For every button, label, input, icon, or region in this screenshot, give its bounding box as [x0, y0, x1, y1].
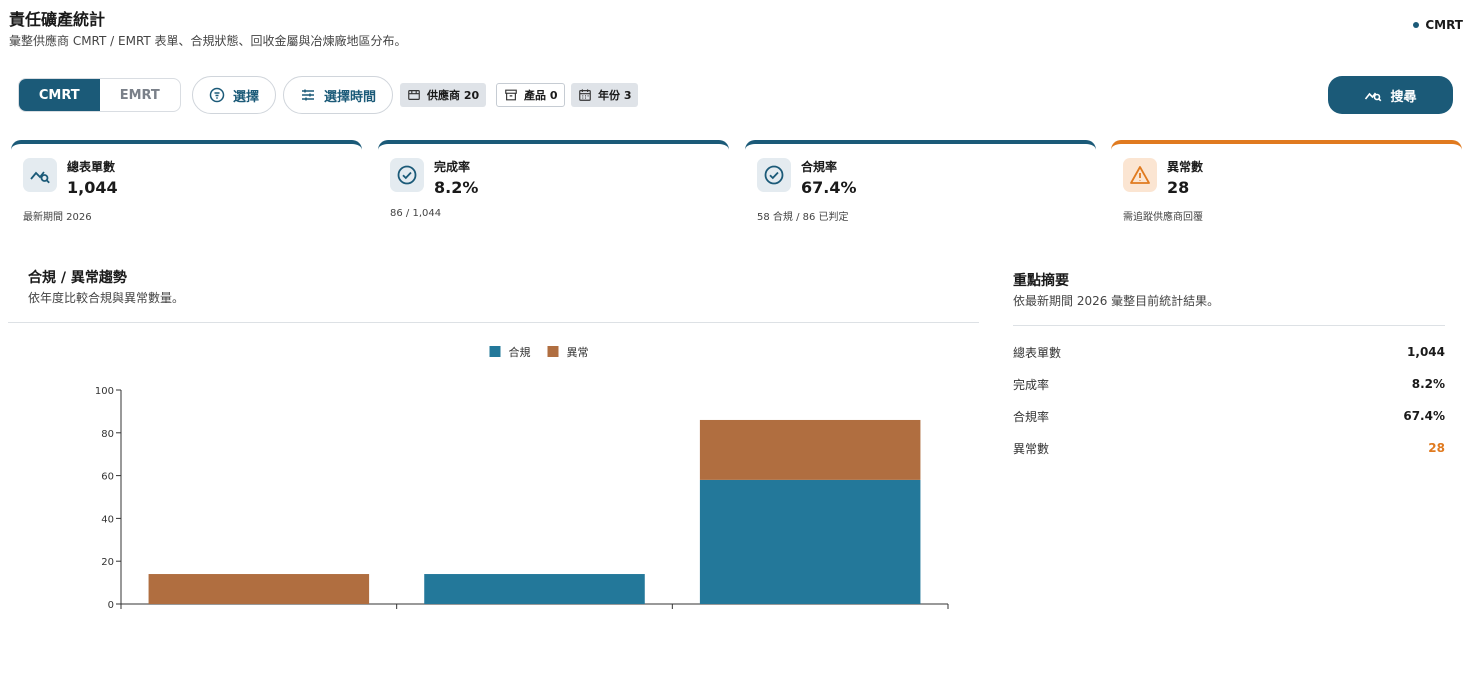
- select-time-button-label: 選擇時間: [323, 89, 376, 105]
- legend-swatch-1: [547, 346, 559, 357]
- kpi-label: 總表單數: [67, 160, 116, 174]
- y-tick-label-0: 0: [108, 600, 114, 611]
- check-circle-icon: [764, 165, 784, 185]
- kpi-value: 28: [1167, 178, 1190, 197]
- kpi-footnote: 58 合規 / 86 已判定: [757, 212, 849, 223]
- y-tick-label-40: 40: [101, 514, 114, 525]
- kpi-value: 67.4%: [801, 178, 857, 197]
- summary-row-compliance-rate: 合規率 67.4%: [1013, 406, 1445, 426]
- check-circle-icon: [397, 165, 417, 185]
- chart-title: 合規 / 異常趨勢: [28, 270, 127, 286]
- kpi-icon-box: [757, 158, 791, 192]
- store-icon: [408, 90, 420, 100]
- kpi-footnote: 需追蹤供應商回覆: [1123, 212, 1203, 223]
- summary-row-value: 8.2%: [1411, 377, 1445, 391]
- kpi-total-forms: 總表單數 1,044 最新期間 2026: [11, 140, 362, 230]
- summary-row-value: 1,044: [1407, 345, 1445, 359]
- kpi-completion-rate: 完成率 8.2% 86 / 1,044: [378, 140, 729, 230]
- warning-icon: [1130, 166, 1150, 184]
- chart-divider: [8, 322, 979, 323]
- kpi-label: 合規率: [801, 160, 838, 174]
- filter-circle-icon: [209, 87, 225, 103]
- bar-2-1: [699, 419, 921, 480]
- summary-row-anomaly-count: 異常數 28: [1013, 438, 1445, 458]
- kpi-footnote: 最新期間 2026: [23, 212, 92, 223]
- kpi-anomaly-count: 異常數 28 需追蹤供應商回覆: [1111, 140, 1462, 230]
- page-subtitle: 彙整供應商 CMRT / EMRT 表單、合規狀態、回收金屬與冶煉廠地區分布。: [9, 34, 407, 48]
- kpi-value: 8.2%: [434, 178, 479, 197]
- summary-row-label: 異常數: [1013, 441, 1050, 456]
- supplier-chip[interactable]: 供應商 20: [400, 83, 487, 107]
- tab-emrt[interactable]: EMRT: [100, 79, 181, 111]
- supplier-chip-label: 供應商 20: [427, 89, 480, 102]
- kpi-label: 完成率: [434, 160, 471, 174]
- summary-title: 重點摘要: [1013, 273, 1069, 289]
- kpi-label: 異常數: [1167, 160, 1204, 174]
- select-time-button[interactable]: 選擇時間: [283, 76, 393, 114]
- chart-subtitle: 依年度比較合規與異常數量。: [28, 291, 185, 305]
- legend-label-1: 異常: [567, 346, 589, 359]
- status-dot: [1413, 22, 1420, 28]
- kpi-footnote: 86 / 1,044: [390, 208, 442, 219]
- summary-row-label: 合規率: [1013, 409, 1050, 424]
- legend-swatch-0: [489, 346, 501, 357]
- year-chip-label: 年份 3: [598, 89, 632, 102]
- year-chip[interactable]: 年份 3: [571, 83, 639, 107]
- summary-row-value: 67.4%: [1403, 409, 1445, 423]
- product-chip-label: 產品 0: [524, 89, 558, 102]
- status-badge: CMRT: [1413, 18, 1463, 32]
- status-badge-label: CMRT: [1425, 18, 1463, 32]
- calendar-icon: [579, 89, 591, 101]
- archive-box-icon: [505, 89, 517, 101]
- kpi-compliance-rate: 合規率 67.4% 58 合規 / 86 已判定: [745, 140, 1096, 230]
- y-tick-label-20: 20: [101, 557, 114, 568]
- select-button-label: 選擇: [232, 89, 259, 105]
- summary-row-completion-rate: 完成率 8.2%: [1013, 374, 1445, 394]
- bar-0-1: [148, 574, 370, 604]
- page-title: 責任礦產統計: [9, 10, 106, 29]
- y-tick-label-100: 100: [95, 386, 114, 397]
- summary-row-label: 總表單數: [1013, 345, 1062, 360]
- chart-search-icon: [1365, 92, 1382, 102]
- bar-2-0: [699, 479, 921, 604]
- summary-subtitle: 依最新期間 2026 彙整目前統計結果。: [1013, 294, 1220, 308]
- kpi-icon-box: [390, 158, 424, 192]
- summary-row-value: 28: [1428, 441, 1445, 455]
- kpi-icon-box: [1123, 158, 1157, 192]
- tab-cmrt[interactable]: CMRT: [19, 79, 100, 111]
- kpi-value: 1,044: [67, 178, 118, 197]
- sliders-icon: [301, 89, 314, 101]
- chart-search-icon: [30, 171, 50, 184]
- legend-label-0: 合規: [509, 345, 531, 359]
- kpi-icon-box: [23, 158, 57, 192]
- y-tick-label-80: 80: [101, 429, 114, 440]
- summary-row-label: 完成率: [1013, 377, 1050, 392]
- y-tick-label-60: 60: [101, 472, 114, 483]
- product-chip[interactable]: 產品 0: [496, 83, 566, 107]
- compliance-trend-chart: 合規 異常 0 20 40 60 80 100: [95, 345, 949, 611]
- summary-row-total-forms: 總表單數 1,044: [1013, 342, 1445, 362]
- summary-divider: [1013, 325, 1445, 326]
- bar-1-0: [424, 574, 645, 604]
- search-button[interactable]: 搜尋: [1328, 76, 1453, 114]
- form-type-toggle: CMRT EMRT: [18, 78, 181, 112]
- select-button[interactable]: 選擇: [192, 76, 276, 114]
- search-button-label: 搜尋: [1390, 89, 1417, 105]
